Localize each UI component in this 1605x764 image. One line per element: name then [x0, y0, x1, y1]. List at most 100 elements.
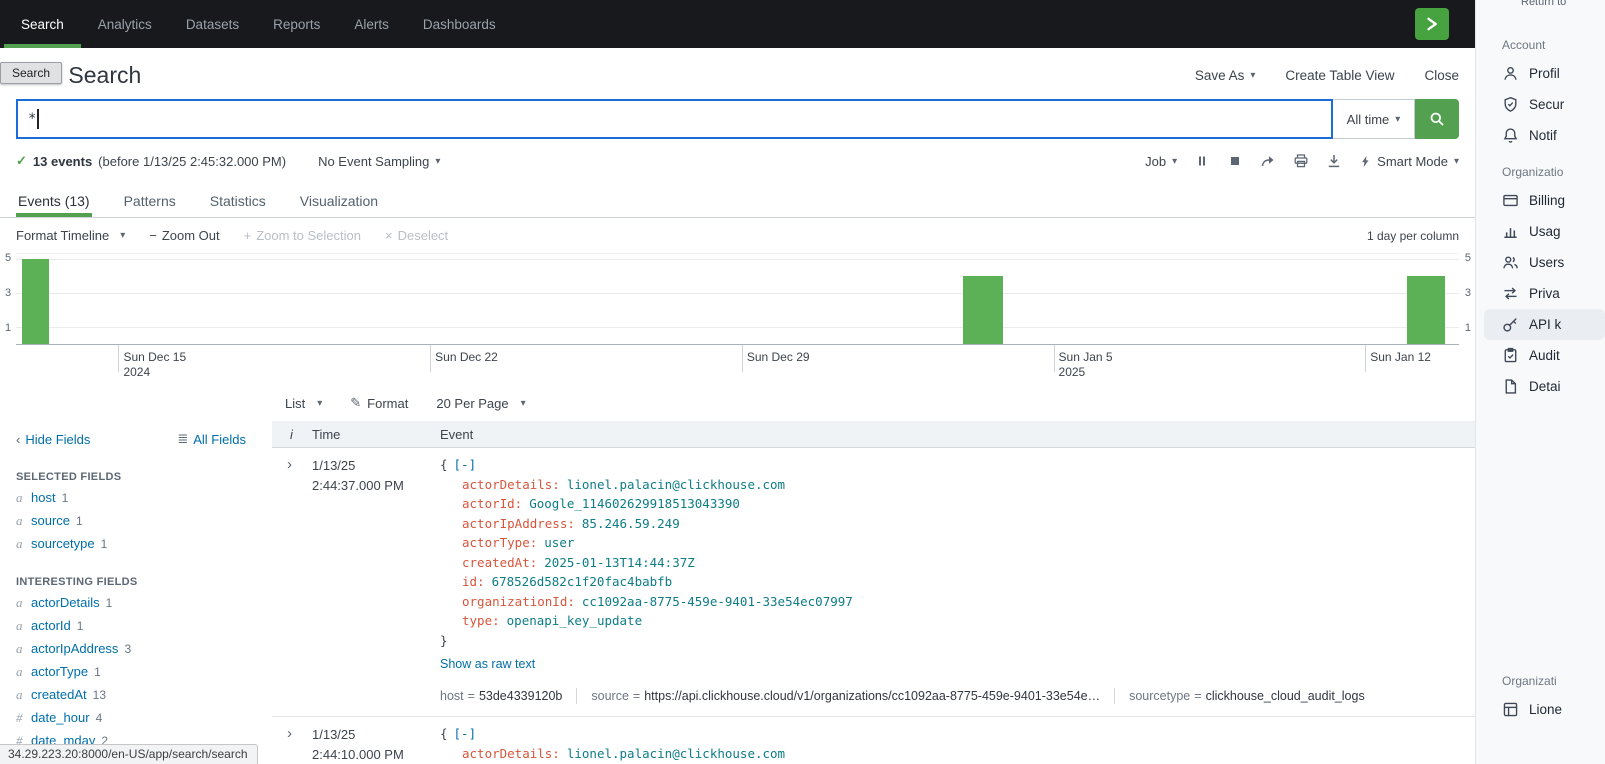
sidebar-item-security[interactable]: Secur	[1476, 89, 1605, 120]
top-nav: Search Analytics Datasets Reports Alerts…	[0, 0, 1475, 48]
tab-events[interactable]: Events (13)	[16, 184, 92, 217]
nav-tab-datasets[interactable]: Datasets	[169, 0, 256, 48]
create-table-view-button[interactable]: Create Table View	[1285, 68, 1394, 83]
sidebar-item-users[interactable]: Users	[1476, 247, 1605, 278]
sidebar-item-api-keys[interactable]: API k	[1484, 309, 1605, 340]
format-button[interactable]: ✎Format	[350, 395, 408, 411]
job-controls: Job▾ Smart Mode▾	[1145, 153, 1459, 169]
field-actorid[interactable]: aactorId1	[16, 618, 272, 634]
nav-tab-search[interactable]: Search	[4, 0, 81, 48]
search-icon	[1429, 111, 1445, 127]
sidebar-item-private-endpoints[interactable]: Priva	[1476, 278, 1605, 309]
pause-icon	[1194, 153, 1210, 169]
collapse-json-toggle[interactable]: [-]	[454, 457, 477, 472]
interesting-fields-title: INTERESTING FIELDS	[16, 576, 272, 588]
timeline-plot[interactable]	[16, 253, 1459, 345]
x-axis-label: Sun Dec 22	[430, 350, 498, 365]
return-to-link[interactable]: Return to	[1521, 0, 1566, 8]
sidebar-item-organization[interactable]: Lione	[1476, 694, 1605, 725]
print-icon	[1293, 153, 1309, 169]
y-axis-tick: 1	[5, 322, 11, 334]
time-range-picker[interactable]: All time▾	[1333, 99, 1415, 139]
nav-tab-alerts[interactable]: Alerts	[337, 0, 406, 48]
print-button[interactable]	[1293, 153, 1309, 169]
sidebar-item-audit[interactable]: Audit	[1476, 340, 1605, 371]
events-table-header: i Time Event	[272, 421, 1475, 448]
search-bar: * All time▾	[16, 99, 1459, 139]
caret-down-icon: ▾	[120, 230, 125, 241]
search-button[interactable]	[1415, 99, 1459, 139]
x-icon: ×	[385, 228, 393, 243]
meta-sourcetype[interactable]: sourcetype=clickhouse_cloud_audit_logs	[1114, 688, 1379, 704]
field-type-icon: a	[16, 513, 25, 528]
timeline-bar[interactable]	[22, 259, 49, 344]
list-view-dropdown[interactable]: List▾	[285, 395, 322, 411]
tab-patterns[interactable]: Patterns	[122, 184, 178, 217]
meta-source[interactable]: source=https://api.clickhouse.cloud/v1/o…	[576, 688, 1114, 704]
section-account-title: Account	[1476, 32, 1605, 58]
stop-button[interactable]	[1227, 153, 1243, 169]
field-type-icon: a	[16, 595, 25, 610]
event-sampling-dropdown[interactable]: No Event Sampling▾	[318, 154, 440, 169]
sidebar-item-details[interactable]: Detai	[1476, 371, 1605, 402]
nav-tab-dashboards[interactable]: Dashboards	[406, 0, 513, 48]
caret-down-icon: ▾	[1250, 70, 1255, 81]
field-createdat[interactable]: acreatedAt13	[16, 687, 272, 703]
zoom-out-button[interactable]: −Zoom Out	[149, 228, 219, 243]
job-menu[interactable]: Job▾	[1145, 154, 1177, 169]
search-query-input[interactable]: *	[16, 99, 1333, 139]
event-json: {[-] actorDetails:lionel.palacin@clickho…	[440, 455, 1475, 650]
format-timeline-dropdown[interactable]: Format Timeline▾	[16, 228, 125, 243]
field-sourcetype[interactable]: asourcetype1	[16, 536, 272, 552]
expand-event-toggle[interactable]: ›	[272, 455, 312, 704]
save-as-button[interactable]: Save As▾	[1195, 68, 1256, 83]
event-count: 13 events	[33, 154, 92, 169]
event-row: › 1/13/25 2:44:37.000 PM {[-] actorDetai…	[272, 448, 1475, 717]
timeline-bar[interactable]	[963, 276, 1003, 344]
pause-button[interactable]	[1194, 153, 1210, 169]
per-page-dropdown[interactable]: 20 Per Page▾	[436, 395, 525, 411]
event-count-window: (before 1/13/25 2:45:32.000 PM)	[98, 154, 286, 169]
search-app: Search Analytics Datasets Reports Alerts…	[0, 0, 1475, 764]
field-actoripaddress[interactable]: aactorIpAddress3	[16, 641, 272, 657]
field-actortype[interactable]: aactorType1	[16, 664, 272, 680]
zoom-to-selection-button[interactable]: +Zoom to Selection	[244, 228, 361, 243]
field-actordetails[interactable]: aactorDetails1	[16, 595, 272, 611]
timeline-bar[interactable]	[1407, 276, 1445, 344]
caret-down-icon: ▾	[317, 398, 322, 409]
caret-down-icon: ▾	[1172, 156, 1177, 167]
all-fields-button[interactable]: ≣All Fields	[177, 431, 246, 447]
show-raw-text-link[interactable]: Show as raw text	[440, 657, 535, 671]
pencil-icon: ✎	[350, 395, 361, 411]
tab-visualization[interactable]: Visualization	[298, 184, 380, 217]
hide-fields-button[interactable]: ‹Hide Fields	[16, 431, 90, 447]
close-button[interactable]: Close	[1424, 68, 1459, 83]
smart-mode-dropdown[interactable]: Smart Mode▾	[1359, 154, 1459, 169]
nav-tab-reports[interactable]: Reports	[256, 0, 337, 48]
expand-event-toggle[interactable]: ›	[272, 724, 312, 764]
arrows-swap-icon	[1502, 285, 1519, 302]
collapse-json-toggle[interactable]: [-]	[454, 726, 477, 741]
caret-down-icon: ▾	[1454, 156, 1459, 167]
app-logo[interactable]	[1415, 8, 1449, 40]
x-axis-label: Sun Jan 12	[1365, 350, 1431, 365]
event-json: {[-] actorDetails:lionel.palacin@clickho…	[440, 724, 1475, 763]
export-button[interactable]	[1326, 153, 1342, 169]
field-type-icon: a	[16, 490, 25, 505]
fields-sidebar: ‹Hide Fields ≣All Fields SELECTED FIELDS…	[0, 421, 272, 764]
field-host[interactable]: ahost1	[16, 490, 272, 506]
sidebar-item-usage[interactable]: Usag	[1476, 216, 1605, 247]
meta-host[interactable]: host=53de4339120b	[440, 688, 576, 704]
field-source[interactable]: asource1	[16, 513, 272, 529]
query-text: *	[28, 111, 36, 127]
sidebar-item-profile[interactable]: Profil	[1476, 58, 1605, 89]
deselect-button[interactable]: ×Deselect	[385, 228, 448, 243]
x-axis-label: Sun Dec 152024	[118, 350, 186, 380]
sidebar-item-billing[interactable]: Billing	[1476, 185, 1605, 216]
share-button[interactable]	[1260, 153, 1276, 169]
tab-statistics[interactable]: Statistics	[208, 184, 268, 217]
sidebar-item-notifications[interactable]: Notif	[1476, 120, 1605, 151]
result-tabs: Events (13) Patterns Statistics Visualiz…	[0, 184, 1475, 218]
field-date-hour[interactable]: #date_hour4	[16, 710, 272, 726]
nav-tab-analytics[interactable]: Analytics	[81, 0, 169, 48]
